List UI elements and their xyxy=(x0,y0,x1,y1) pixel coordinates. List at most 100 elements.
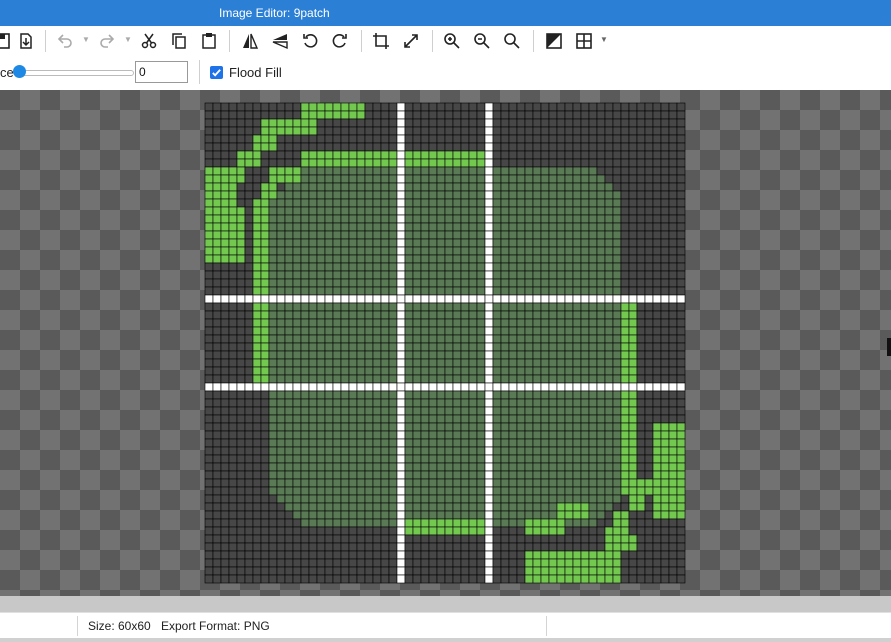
pixel-cell[interactable] xyxy=(548,254,558,264)
pixel-cell[interactable] xyxy=(244,190,254,200)
pixel-cell[interactable] xyxy=(220,558,230,568)
pixel-cell[interactable] xyxy=(332,566,342,576)
pixel-cell[interactable] xyxy=(596,190,606,200)
pixel-cell[interactable] xyxy=(228,294,238,304)
pixel-cell[interactable] xyxy=(372,414,382,424)
pixel-cell[interactable] xyxy=(388,526,398,536)
pixel-cell[interactable] xyxy=(228,494,238,504)
pixel-cell[interactable] xyxy=(372,390,382,400)
pixel-cell[interactable] xyxy=(212,462,222,472)
pixel-cell[interactable] xyxy=(420,190,430,200)
pixel-cell[interactable] xyxy=(220,438,230,448)
pixel-cell[interactable] xyxy=(484,230,494,240)
pixel-cell[interactable] xyxy=(204,494,214,504)
pixel-cell[interactable] xyxy=(348,550,358,560)
pixel-cell[interactable] xyxy=(404,366,414,376)
pixel-cell[interactable] xyxy=(204,318,214,328)
pixel-cell[interactable] xyxy=(516,126,526,136)
pixel-cell[interactable] xyxy=(588,470,598,480)
pixel-cell[interactable] xyxy=(396,174,406,184)
pixel-cell[interactable] xyxy=(340,278,350,288)
pixel-cell[interactable] xyxy=(212,526,222,536)
pixel-cell[interactable] xyxy=(244,278,254,288)
pixel-cell[interactable] xyxy=(484,214,494,224)
pixel-cell[interactable] xyxy=(508,286,518,296)
pixel-cell[interactable] xyxy=(660,470,670,480)
pixel-cell[interactable] xyxy=(308,254,318,264)
pixel-cell[interactable] xyxy=(372,302,382,312)
pixel-cell[interactable] xyxy=(588,118,598,128)
pixel-cell[interactable] xyxy=(460,534,470,544)
pixel-cell[interactable] xyxy=(204,302,214,312)
pixel-cell[interactable] xyxy=(644,486,654,496)
pixel-cell[interactable] xyxy=(436,238,446,248)
pixel-cell[interactable] xyxy=(372,118,382,128)
pixel-cell[interactable] xyxy=(548,310,558,320)
pixel-cell[interactable] xyxy=(380,526,390,536)
pixel-cell[interactable] xyxy=(676,102,686,112)
pixel-cell[interactable] xyxy=(620,206,630,216)
pixel-cell[interactable] xyxy=(380,134,390,144)
pixel-cell[interactable] xyxy=(340,366,350,376)
pixel-cell[interactable] xyxy=(588,110,598,120)
pixel-cell[interactable] xyxy=(244,230,254,240)
pixel-cell[interactable] xyxy=(516,246,526,256)
pixel-cell[interactable] xyxy=(484,318,494,328)
pixel-cell[interactable] xyxy=(420,342,430,352)
pixel-cell[interactable] xyxy=(580,342,590,352)
pixel-cell[interactable] xyxy=(604,110,614,120)
pixel-cell[interactable] xyxy=(420,102,430,112)
pixel-cell[interactable] xyxy=(428,430,438,440)
pixel-cell[interactable] xyxy=(596,406,606,416)
pixel-cell[interactable] xyxy=(332,166,342,176)
pixel-cell[interactable] xyxy=(468,414,478,424)
pixel-cell[interactable] xyxy=(436,142,446,152)
pixel-cell[interactable] xyxy=(388,230,398,240)
pixel-cell[interactable] xyxy=(300,198,310,208)
pixel-cell[interactable] xyxy=(396,270,406,280)
pixel-cell[interactable] xyxy=(356,134,366,144)
pixel-cell[interactable] xyxy=(348,374,358,384)
pixel-cell[interactable] xyxy=(492,166,502,176)
pixel-cell[interactable] xyxy=(284,230,294,240)
pixel-cell[interactable] xyxy=(268,134,278,144)
pixel-cell[interactable] xyxy=(676,190,686,200)
pixel-cell[interactable] xyxy=(292,574,302,584)
pixel-cell[interactable] xyxy=(604,462,614,472)
pixel-cell[interactable] xyxy=(580,310,590,320)
pixel-cell[interactable] xyxy=(260,430,270,440)
pixel-cell[interactable] xyxy=(564,502,574,512)
pixel-cell[interactable] xyxy=(404,206,414,216)
pixel-cell[interactable] xyxy=(668,390,678,400)
pixel-cell[interactable] xyxy=(572,254,582,264)
pixel-cell[interactable] xyxy=(564,238,574,248)
pixel-cell[interactable] xyxy=(476,334,486,344)
pixel-cell[interactable] xyxy=(444,110,454,120)
pixel-cell[interactable] xyxy=(452,206,462,216)
pixel-cell[interactable] xyxy=(292,102,302,112)
pixel-cell[interactable] xyxy=(540,342,550,352)
pixel-cell[interactable] xyxy=(460,430,470,440)
pixel-cell[interactable] xyxy=(388,118,398,128)
pixel-cell[interactable] xyxy=(660,510,670,520)
pixel-cell[interactable] xyxy=(324,222,334,232)
pixel-cell[interactable] xyxy=(380,478,390,488)
pixel-cell[interactable] xyxy=(268,278,278,288)
pixel-cell[interactable] xyxy=(564,190,574,200)
pixel-cell[interactable] xyxy=(516,342,526,352)
pixel-cell[interactable] xyxy=(356,150,366,160)
pixel-cell[interactable] xyxy=(292,390,302,400)
pixel-cell[interactable] xyxy=(308,366,318,376)
pixel-cell[interactable] xyxy=(612,502,622,512)
pixel-cell[interactable] xyxy=(428,230,438,240)
pixel-cell[interactable] xyxy=(460,182,470,192)
pixel-cell[interactable] xyxy=(404,230,414,240)
pixel-cell[interactable] xyxy=(284,526,294,536)
pixel-cell[interactable] xyxy=(236,302,246,312)
pixel-cell[interactable] xyxy=(636,534,646,544)
pixel-cell[interactable] xyxy=(276,334,286,344)
pixel-cell[interactable] xyxy=(500,198,510,208)
pixel-cell[interactable] xyxy=(444,366,454,376)
pixel-cell[interactable] xyxy=(572,262,582,272)
pixel-cell[interactable] xyxy=(532,286,542,296)
